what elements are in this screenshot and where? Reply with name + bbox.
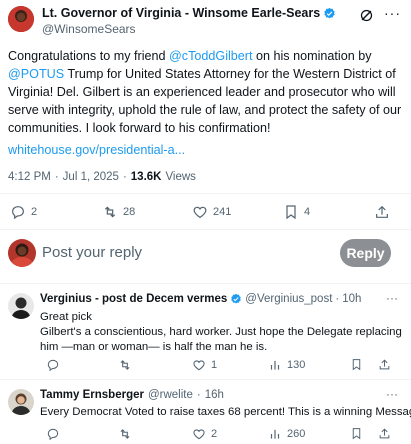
reply-author-name[interactable]: Tammy Ernsberger	[40, 389, 144, 401]
reply-author-name[interactable]: Verginius - post de Decem vermes	[40, 293, 227, 305]
post-time[interactable]: 4:12 PM	[8, 171, 51, 183]
share-icon[interactable]	[378, 358, 391, 371]
author-name[interactable]: Lt. Governor of Virginia - Winsome Earle…	[42, 6, 320, 20]
heart-icon	[192, 358, 206, 372]
reply-icon[interactable]	[46, 427, 60, 441]
reply-header: Tammy Ernsberger @rwelite · 16h	[40, 389, 224, 401]
like-count: 1	[211, 359, 218, 371]
author-handle[interactable]: @WinsomeSears	[42, 22, 136, 36]
reply-author-handle[interactable]: @rwelite	[148, 389, 193, 401]
reply-text-line: Great pick	[40, 311, 92, 323]
repost-icon[interactable]	[118, 427, 132, 441]
user-avatar[interactable]	[8, 239, 36, 267]
more-options-icon[interactable]: ···	[386, 291, 398, 305]
repost-action[interactable]: 28	[102, 204, 135, 220]
separator-dot: ·	[54, 171, 59, 183]
mention-link[interactable]: @POTUS	[8, 67, 64, 81]
views-action[interactable]: 130	[268, 358, 305, 372]
bookmark-action[interactable]: 4	[283, 204, 310, 220]
post-text-part: on his nomination by	[252, 49, 372, 63]
separator-dot: ·	[196, 389, 201, 401]
reply-icon[interactable]	[46, 358, 60, 372]
heart-icon	[192, 427, 206, 441]
share-icon[interactable]	[374, 204, 390, 220]
reply-action[interactable]: 2	[10, 204, 37, 220]
post-date[interactable]: Jul 1, 2025	[63, 171, 119, 183]
divider	[0, 229, 411, 230]
like-action[interactable]: 2	[192, 427, 217, 441]
views-action[interactable]: 260	[268, 427, 305, 441]
bookmark-count: 4	[304, 206, 311, 218]
repost-icon	[102, 204, 118, 220]
views-count: 260	[287, 428, 306, 440]
post-text-part: Trump for United States Attorney for the…	[8, 67, 402, 135]
views-count: 13.6K	[130, 171, 162, 183]
reply-icon	[10, 204, 26, 220]
reply-time[interactable]: 16h	[205, 389, 224, 401]
heart-icon	[192, 204, 208, 220]
reply-time[interactable]: 10h	[342, 293, 361, 305]
like-count: 2	[211, 428, 218, 440]
bookmark-icon[interactable]	[350, 427, 363, 440]
verified-badge-icon	[230, 293, 242, 305]
bar-chart-icon	[268, 358, 282, 372]
post-text-part: Congratulations to my friend	[8, 49, 170, 63]
like-count: 241	[213, 206, 232, 218]
reply-count: 2	[31, 206, 38, 218]
bar-chart-icon	[268, 427, 282, 441]
bookmark-icon	[283, 204, 299, 220]
divider	[0, 379, 411, 380]
author-avatar[interactable]	[8, 6, 34, 32]
repost-count: 28	[123, 206, 136, 218]
reply-button[interactable]: Reply	[340, 239, 391, 267]
mention-link[interactable]: @cToddGilbert	[169, 49, 252, 63]
bookmark-icon[interactable]	[350, 358, 363, 371]
more-options-icon[interactable]: ···	[384, 5, 401, 21]
reply-author-avatar[interactable]	[8, 293, 34, 319]
like-action[interactable]: 1	[192, 358, 217, 372]
views-label: Views	[165, 171, 196, 183]
reply-input[interactable]: Post your reply	[42, 244, 142, 261]
reply-text: Great pick Gilbert's a conscientious, ha…	[40, 310, 402, 355]
post-text: Congratulations to my friend @cToddGilbe…	[8, 47, 406, 137]
more-options-icon[interactable]: ···	[386, 387, 398, 401]
reply-text: Every Democrat Voted to raise taxes 68 p…	[40, 406, 411, 418]
separator-dot: ·	[335, 293, 340, 305]
divider	[0, 193, 411, 194]
reply-header: Verginius - post de Decem vermes @Vergin…	[40, 293, 361, 305]
divider	[0, 283, 411, 284]
reply-author-avatar[interactable]	[8, 389, 34, 415]
post-meta: 4:12 PM · Jul 1, 2025 · 13.6K Views	[8, 171, 196, 183]
verified-badge-icon	[323, 7, 336, 20]
reply-author-handle[interactable]: @Verginius_post	[245, 293, 332, 305]
share-icon[interactable]	[378, 427, 391, 440]
separator-dot: ·	[122, 171, 127, 183]
reply-text-line: Gilbert's a conscientious, hard worker. …	[40, 326, 402, 353]
grok-icon[interactable]	[359, 8, 374, 23]
views-count: 130	[287, 359, 306, 371]
repost-icon[interactable]	[118, 358, 132, 372]
like-action[interactable]: 241	[192, 204, 231, 220]
external-link[interactable]: whitehouse.gov/presidential-a...	[8, 143, 185, 157]
